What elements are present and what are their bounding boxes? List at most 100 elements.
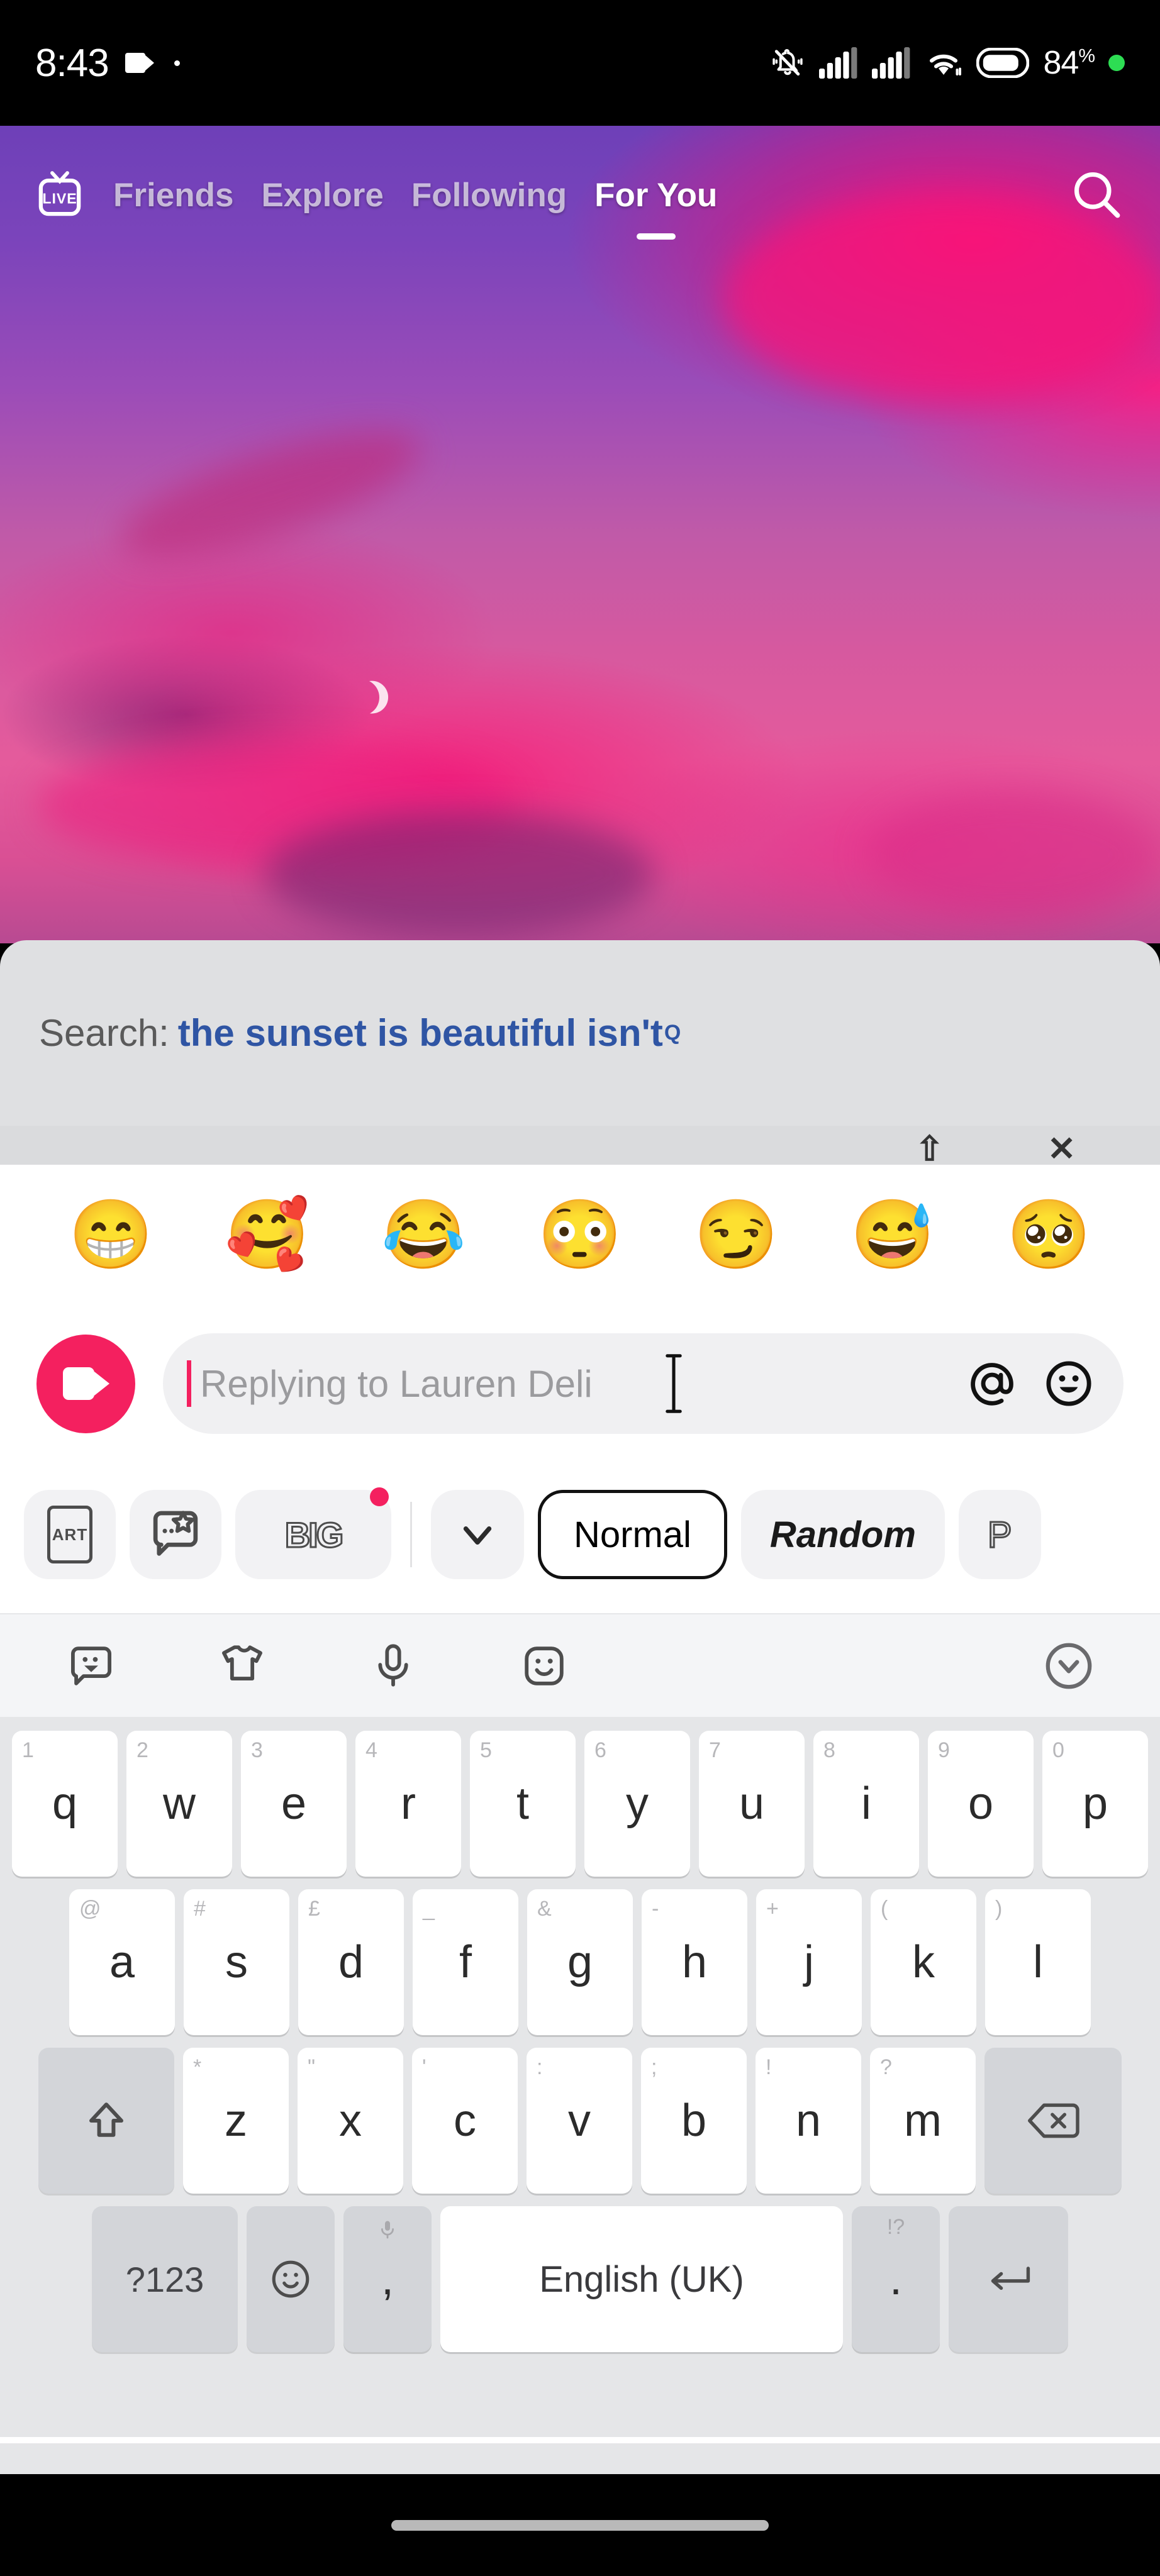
cloud-wisp xyxy=(108,406,433,582)
key-t[interactable]: 5t xyxy=(470,1731,576,1877)
art-button[interactable]: ART xyxy=(24,1490,116,1579)
key-l[interactable]: ) l xyxy=(985,1889,1091,2035)
key-v[interactable]: :v xyxy=(527,2048,632,2194)
emoji-quick-4[interactable]: 😏 xyxy=(694,1200,778,1269)
key-k[interactable]: (k xyxy=(871,1889,976,2035)
keyboard-row-4: ?123 , English (UK) !? . xyxy=(5,2206,1155,2352)
sticker-button[interactable] xyxy=(130,1490,221,1579)
key-f[interactable]: _ f xyxy=(413,1889,518,2035)
key-u[interactable]: 7u xyxy=(699,1731,805,1877)
key-secondary: " xyxy=(308,2055,316,2079)
key-secondary: 2 xyxy=(137,1738,148,1762)
key-q[interactable]: 1q xyxy=(12,1731,118,1877)
collapse-button[interactable] xyxy=(431,1490,524,1579)
shift-key[interactable] xyxy=(38,2048,174,2194)
tab-explore-label: Explore xyxy=(261,176,384,214)
live-icon[interactable]: LIVE xyxy=(34,169,86,221)
video-background[interactable] xyxy=(0,126,1160,943)
key-secondary: - xyxy=(652,1897,659,1921)
home-indicator[interactable] xyxy=(391,2519,769,2531)
search-icon[interactable] xyxy=(1068,166,1126,224)
key-y[interactable]: 6y xyxy=(584,1731,690,1877)
style-random[interactable]: Random xyxy=(740,1490,945,1579)
emoji-quick-0[interactable]: 😁 xyxy=(69,1200,153,1269)
period-key[interactable]: !? . xyxy=(852,2206,940,2352)
tab-following[interactable]: Following xyxy=(398,176,581,214)
collapse-chevron-icon[interactable] xyxy=(1034,1638,1103,1694)
key-secondary: £ xyxy=(308,1897,320,1921)
enter-icon xyxy=(991,2267,1030,2290)
key-n[interactable]: ! n xyxy=(756,2048,861,2194)
close-icon-partial[interactable]: ✕ xyxy=(1047,1129,1076,1165)
emoji-quick-1[interactable]: 🥰 xyxy=(225,1200,310,1269)
system-nav-bar xyxy=(0,2474,1160,2576)
key-w[interactable]: 2w xyxy=(126,1731,232,1877)
backspace-key[interactable] xyxy=(984,2048,1122,2194)
key-j[interactable]: + j xyxy=(756,1889,862,2035)
key-r[interactable]: 4r xyxy=(355,1731,461,1877)
emoji-quick-2[interactable]: 😂 xyxy=(381,1200,466,1269)
key-secondary: : xyxy=(537,2055,543,2079)
key-e[interactable]: 3e xyxy=(241,1731,347,1877)
key-z[interactable]: * z xyxy=(183,2048,289,2194)
key-secondary: ? xyxy=(880,2055,892,2079)
microphone-icon[interactable] xyxy=(359,1640,428,1692)
big-text-button[interactable]: BIG xyxy=(235,1487,391,1579)
at-mention-icon[interactable] xyxy=(966,1358,1018,1409)
tab-explore[interactable]: Explore xyxy=(247,176,397,214)
video-comment-button[interactable] xyxy=(36,1334,135,1433)
emoji-quick-row: 😁 🥰 😂 😳 😏 😅 🥺 xyxy=(0,1182,1160,1286)
comma-key-label: , xyxy=(381,2254,394,2304)
key-g[interactable]: & g xyxy=(527,1889,633,2035)
emoji-quick-5[interactable]: 😅 xyxy=(850,1200,935,1269)
theme-shirt-icon[interactable] xyxy=(208,1640,277,1692)
battery-percent: 84% xyxy=(1043,45,1095,81)
key-label: o xyxy=(968,1779,994,1829)
key-s[interactable]: # s xyxy=(184,1889,289,2035)
tab-for-you[interactable]: For You xyxy=(581,176,731,240)
key-secondary: 4 xyxy=(365,1738,377,1762)
key-d[interactable]: £ d xyxy=(298,1889,404,2035)
keyboard-row-2: @ a # s £ d _ f & g -h + j (k ) l xyxy=(5,1889,1155,2035)
key-p[interactable]: 0p xyxy=(1042,1731,1148,1877)
smiley-icon[interactable] xyxy=(510,1640,579,1692)
style-normal[interactable]: Normal xyxy=(538,1490,727,1579)
sticker-bubble-icon[interactable] xyxy=(57,1640,126,1692)
symbols-key[interactable]: ?123 xyxy=(92,2206,238,2352)
key-m[interactable]: ? m xyxy=(870,2048,976,2194)
emoji-quick-3[interactable]: 😳 xyxy=(538,1200,622,1269)
key-secondary: 9 xyxy=(938,1738,950,1762)
key-h[interactable]: -h xyxy=(642,1889,747,2035)
emoji-picker-icon[interactable] xyxy=(1043,1358,1095,1409)
key-c[interactable]: ' c xyxy=(412,2048,518,2194)
comma-key[interactable]: , xyxy=(343,2206,432,2352)
key-secondary: ' xyxy=(422,2055,427,2079)
key-label: p xyxy=(1082,1779,1108,1829)
space-key[interactable]: English (UK) xyxy=(440,2206,843,2352)
style-normal-label: Normal xyxy=(574,1514,691,1555)
key-b[interactable]: ; b xyxy=(641,2048,747,2194)
key-label: a xyxy=(109,1937,135,1987)
cloud-wisp xyxy=(264,811,654,937)
emoji-quick-6[interactable]: 🥺 xyxy=(1007,1200,1091,1269)
search-suggestion-panel[interactable]: Search: the sunset is beautiful isn't Q xyxy=(0,940,1160,1126)
key-a[interactable]: @ a xyxy=(69,1889,175,2035)
style-partial[interactable]: P xyxy=(958,1490,1041,1579)
key-secondary: ) xyxy=(995,1897,1003,1921)
text-cursor-ibeam xyxy=(666,1354,682,1413)
key-label: r xyxy=(401,1779,416,1829)
enter-key[interactable] xyxy=(949,2206,1068,2352)
period-key-label: . xyxy=(889,2254,902,2304)
key-secondary: 7 xyxy=(709,1738,721,1762)
emoji-key[interactable] xyxy=(247,2206,335,2352)
top-navigation: LIVE Friends Explore Following For You xyxy=(0,142,1160,248)
tab-friends[interactable]: Friends xyxy=(99,176,247,214)
share-icon-partial[interactable]: ⇧ xyxy=(915,1129,944,1165)
key-o[interactable]: 9o xyxy=(928,1731,1034,1877)
key-i[interactable]: 8i xyxy=(813,1731,919,1877)
key-label: l xyxy=(1033,1937,1043,1987)
key-x[interactable]: " x xyxy=(298,2048,403,2194)
reply-input[interactable]: Replying to Lauren Deli xyxy=(163,1333,1124,1434)
big-label: BIG xyxy=(284,1514,345,1555)
status-bar-right: 84% xyxy=(770,44,1125,82)
